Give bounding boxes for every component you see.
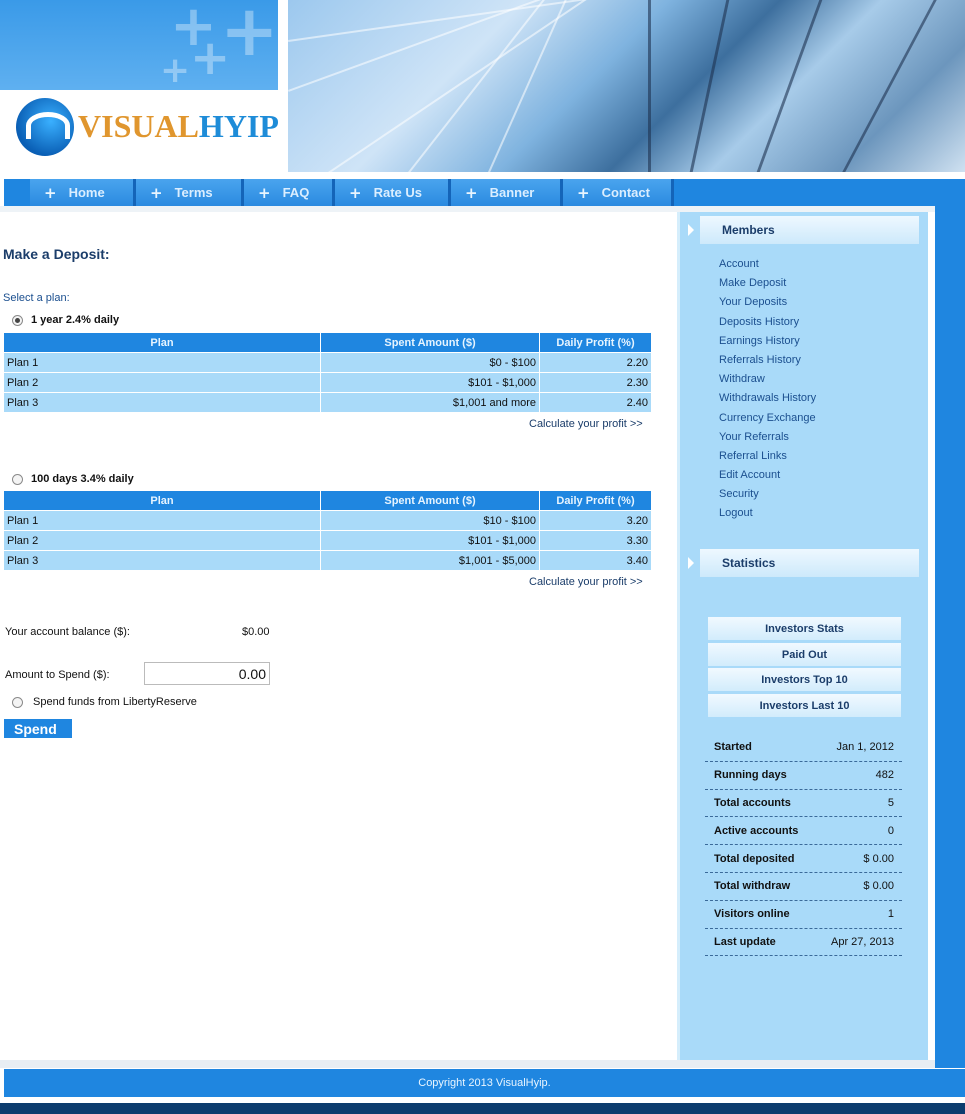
amount-label: Amount to Spend ($):: [5, 669, 110, 681]
menu-make-deposit[interactable]: Make Deposit: [719, 276, 816, 295]
calculate-profit-link-1[interactable]: Calculate your profit >>: [529, 418, 643, 430]
plus-icon: +: [44, 183, 57, 202]
arrow-right-icon: [688, 557, 694, 569]
menu-your-referrals[interactable]: Your Referrals: [719, 430, 816, 449]
menu-earnings-history[interactable]: Earnings History: [719, 334, 816, 353]
column-header: Plan: [3, 332, 321, 353]
paid-out-button[interactable]: Paid Out: [708, 643, 901, 666]
stats-list: Started Jan 1, 2012 Running days 482 Total…: [705, 734, 902, 957]
stat-row: Visitors online 1: [705, 901, 902, 929]
plus-icon: +: [349, 183, 362, 202]
balance-value: $0.00: [242, 626, 270, 638]
plan-option-2[interactable]: 100 days 3.4% daily: [12, 473, 134, 485]
column-header: Daily Profit (%): [539, 332, 652, 353]
column-header: Spent Amount ($): [320, 490, 540, 511]
nav-terms[interactable]: + Terms: [136, 179, 244, 206]
calculate-profit-link-2[interactable]: Calculate your profit >>: [529, 576, 643, 588]
stat-row: Total withdraw $ 0.00: [705, 873, 902, 901]
logo-background: + + + +: [0, 0, 278, 90]
stat-row: Started Jan 1, 2012: [705, 734, 902, 762]
investors-top-10-button[interactable]: Investors Top 10: [708, 668, 901, 691]
table-row: Plan 3 $1,001 and more 2.40: [3, 392, 652, 413]
stat-row: Running days 482: [705, 762, 902, 790]
nav-contact[interactable]: + Contact: [563, 179, 674, 206]
menu-referrals-history[interactable]: Referrals History: [719, 353, 816, 372]
menu-edit-account[interactable]: Edit Account: [719, 468, 816, 487]
column-header: Spent Amount ($): [320, 332, 540, 353]
table-row: Plan 2 $101 - $1,000 2.30: [3, 372, 652, 393]
plan-2-table: Plan Spent Amount ($) Daily Profit (%) P…: [3, 490, 652, 571]
menu-your-deposits[interactable]: Your Deposits: [719, 295, 816, 314]
site-header: + + + + VISUALHYIP: [0, 0, 965, 175]
right-border: [935, 206, 965, 1068]
investors-last-10-button[interactable]: Investors Last 10: [708, 694, 901, 717]
column-header: Plan: [3, 490, 321, 511]
page-title: Make a Deposit:: [3, 246, 110, 262]
amount-input[interactable]: [144, 662, 270, 685]
table-row: Plan 3 $1,001 - $5,000 3.40: [3, 550, 652, 571]
logo-area[interactable]: + + + + VISUALHYIP: [0, 0, 280, 175]
logo-wave-icon: [16, 98, 74, 156]
main-nav: + Home + Terms + FAQ + Rate Us + Banner + Cont…: [4, 179, 965, 206]
investors-stats-button[interactable]: Investors Stats: [708, 617, 901, 640]
plan-2-radio[interactable]: [12, 473, 23, 485]
spend-source-option[interactable]: Spend funds from LibertyReserve: [12, 696, 197, 708]
members-menu: Account Make Deposit Your Deposits Depos…: [719, 257, 816, 526]
plan-option-1[interactable]: 1 year 2.4% daily: [12, 314, 119, 326]
footer-dark-bar: [0, 1103, 965, 1114]
logo-text: VISUALHYIP: [78, 108, 279, 144]
plus-icon: +: [577, 183, 590, 202]
nav-rate-us[interactable]: + Rate Us: [335, 179, 451, 206]
select-plan-label: Select a plan:: [3, 292, 70, 304]
nav-faq[interactable]: + FAQ: [244, 179, 335, 206]
menu-security[interactable]: Security: [719, 487, 816, 506]
menu-logout[interactable]: Logout: [719, 506, 816, 525]
nav-banner[interactable]: + Banner: [451, 179, 563, 206]
plus-icon: +: [150, 183, 163, 202]
plan-1-table: Plan Spent Amount ($) Daily Profit (%) P…: [3, 332, 652, 413]
stat-row: Total deposited $ 0.00: [705, 845, 902, 873]
header-building-image: [288, 0, 965, 172]
menu-withdraw[interactable]: Withdraw: [719, 372, 816, 391]
stat-row: Active accounts 0: [705, 817, 902, 846]
plan-1-radio[interactable]: [12, 314, 23, 326]
stat-row: Last update Apr 27, 2013: [705, 929, 902, 957]
copyright-text: Copyright 2013 VisualHyip.: [418, 1077, 551, 1089]
menu-deposits-history[interactable]: Deposits History: [719, 315, 816, 334]
bottom-divider: [0, 1060, 935, 1068]
table-row: Plan 1 $10 - $100 3.20: [3, 510, 652, 531]
plus-icon: +: [258, 183, 271, 202]
column-header: Daily Profit (%): [539, 490, 652, 511]
table-row: Plan 1 $0 - $100 2.20: [3, 352, 652, 373]
plus-icon: +: [465, 183, 478, 202]
site-footer: Copyright 2013 VisualHyip.: [4, 1069, 965, 1097]
spend-button[interactable]: Spend: [4, 719, 72, 738]
spend-source-radio[interactable]: [12, 696, 23, 708]
menu-account[interactable]: Account: [719, 257, 816, 276]
arrow-right-icon: [688, 224, 694, 236]
members-heading: Members: [700, 216, 919, 244]
menu-referral-links[interactable]: Referral Links: [719, 449, 816, 468]
nav-home[interactable]: + Home: [30, 179, 136, 206]
menu-withdrawals-history[interactable]: Withdrawals History: [719, 391, 816, 410]
stat-row: Total accounts 5: [705, 790, 902, 818]
menu-currency-exchange[interactable]: Currency Exchange: [719, 411, 816, 430]
statistics-heading: Statistics: [700, 549, 919, 577]
balance-label: Your account balance ($):: [5, 626, 130, 638]
table-row: Plan 2 $101 - $1,000 3.30: [3, 530, 652, 551]
